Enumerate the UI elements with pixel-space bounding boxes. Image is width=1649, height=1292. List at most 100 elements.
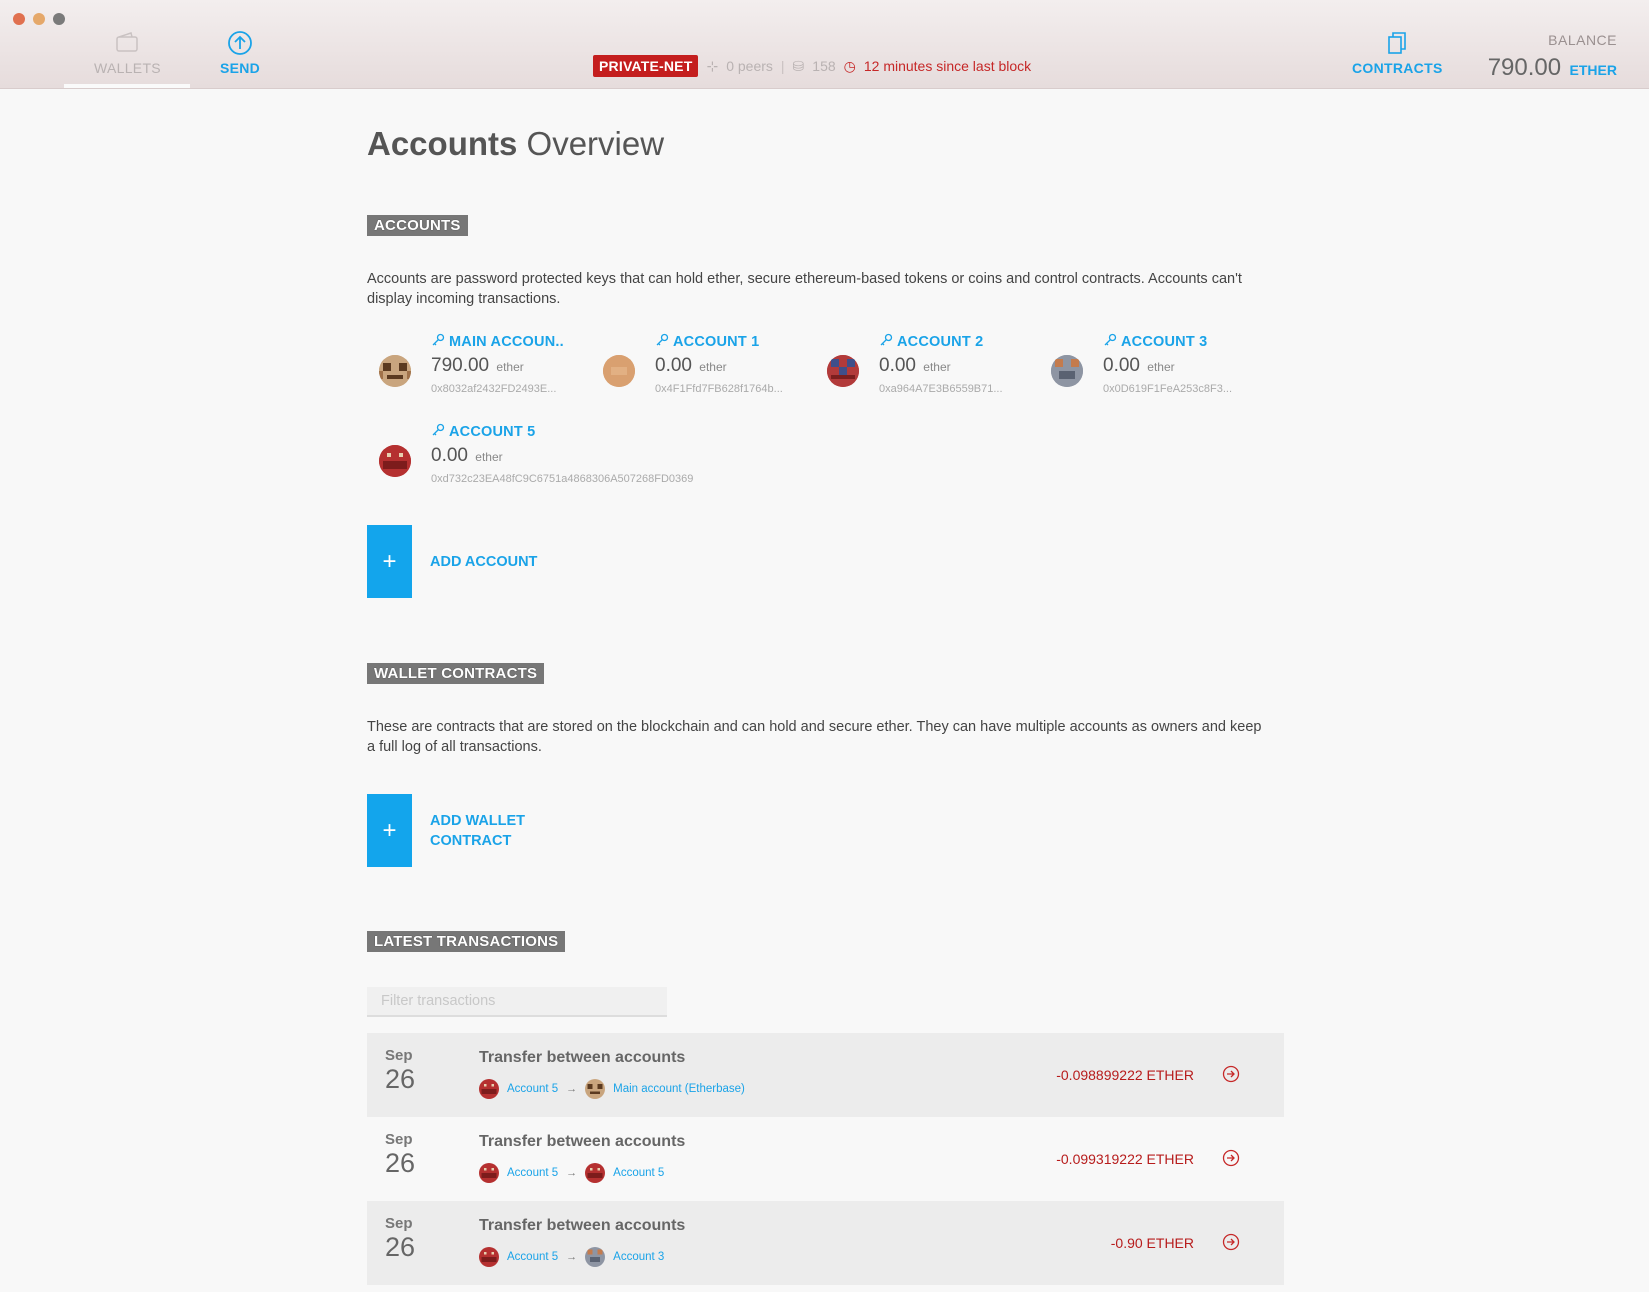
account-name: ACCOUNT 3 [1103,333,1207,350]
block-number: 158 [812,58,836,74]
wallet-icon [116,32,138,52]
close-window-button[interactable] [13,13,25,25]
account-balance: 0.00 ether [1103,355,1175,376]
from-account-link[interactable]: Account 5 [507,1167,558,1179]
from-identicon [479,1247,499,1267]
transaction-amount: -0.90 ETHER [1110,1235,1194,1251]
transaction-parties: Account 5 → Account 3 [479,1247,664,1267]
transaction-row[interactable]: Sep 26 Transfer between accounts Account… [367,1117,1284,1201]
total-balance: BALANCE 790.00 ETHER [1488,32,1617,82]
to-account-link[interactable]: Account 3 [613,1251,664,1263]
nav-send[interactable]: SEND [218,30,262,76]
block-icon: ⛁ [792,57,805,74]
filter-transactions-input[interactable] [367,987,667,1017]
account-balance: 0.00 ether [655,355,727,376]
account-address: 0x8032af2432FD2493E... [431,383,557,395]
account-card[interactable]: MAIN ACCOUN.. 790.00 ether 0x8032af2432F… [367,333,577,413]
minimize-window-button[interactable] [33,13,45,25]
account-card[interactable]: ACCOUNT 1 0.00 ether 0x4F1Ffd7FB628f1764… [591,333,801,413]
page-title: Accounts Overview [367,125,1287,163]
add-account-label[interactable]: ADD ACCOUNT [430,552,537,572]
account-identicon [1051,355,1083,387]
transaction-parties: Account 5 → Main account (Etherbase) [479,1079,745,1099]
nav-send-label: SEND [219,60,261,76]
account-identicon [603,355,635,387]
arrow-icon: → [566,1251,578,1263]
key-icon [656,333,669,346]
transaction-title: Transfer between accounts [479,1217,686,1234]
balance-unit[interactable]: ETHER [1570,62,1617,78]
to-identicon [585,1247,606,1267]
wallet-contracts-section-tag: WALLET CONTRACTS [367,663,545,684]
transaction-row[interactable]: Sep 26 Transfer between accounts Account… [367,1033,1284,1117]
maximize-window-button[interactable] [53,13,65,25]
to-account-link[interactable]: Main account (Etherbase) [613,1083,745,1095]
main-content: Accounts Overview ACCOUNTS Accounts are … [367,89,1287,1285]
account-name: MAIN ACCOUN.. [431,333,564,350]
accounts-section-tag: ACCOUNTS [367,215,468,236]
nav-wallets-label: WALLETS [94,60,161,76]
nav-wallets[interactable]: WALLETS [94,30,161,76]
peers-count: 0 peers [726,58,773,74]
open-transaction-icon[interactable] [1222,1065,1240,1083]
transaction-parties: Account 5 → Account 5 [479,1163,664,1183]
add-wallet-contract[interactable]: + ADD WALLET CONTRACT [367,794,525,867]
account-address: 0x0D619F1FeA253c8F3... [1103,383,1233,395]
status-separator: | [780,58,785,74]
network-badge: PRIVATE-NET [593,55,699,77]
balance-value: 790.00 [1487,54,1562,81]
accounts-description: Accounts are password protected keys tha… [367,271,1242,307]
send-up-arrow-icon [228,31,252,55]
transaction-date: Sep 26 [385,1131,416,1178]
account-card[interactable]: ACCOUNT 2 0.00 ether 0xa964A7E3B6559B71.… [815,333,1025,413]
account-name: ACCOUNT 1 [655,333,759,350]
nav-contracts[interactable]: CONTRACTS [1352,30,1442,76]
transaction-amount: -0.099319222 ETHER [1056,1151,1194,1167]
peers-icon: ⊹ [706,57,719,74]
key-icon [880,333,893,346]
page-title-light: Overview [526,125,665,162]
account-card[interactable]: ACCOUNT 3 0.00 ether 0x0D619F1FeA253c8F3… [1039,333,1249,413]
nav-contracts-label: CONTRACTS [1352,60,1443,76]
clock-icon: ◷ [843,57,856,74]
active-tab-indicator [64,84,190,88]
account-balance: 790.00 ether [431,355,524,376]
add-wallet-contract-button[interactable]: + [367,794,412,867]
transaction-date: Sep 26 [385,1215,416,1262]
add-wallet-contract-label[interactable]: ADD WALLET CONTRACT [430,811,525,851]
from-identicon [479,1079,499,1099]
key-icon [1104,333,1117,346]
to-account-link[interactable]: Account 5 [613,1167,664,1179]
from-account-link[interactable]: Account 5 [507,1251,558,1263]
last-block-time: 12 minutes since last block [863,58,1032,74]
window-controls [13,13,65,25]
to-identicon [585,1079,606,1099]
from-account-link[interactable]: Account 5 [507,1083,558,1095]
open-transaction-icon[interactable] [1222,1149,1240,1167]
from-identicon [479,1163,499,1183]
app-window: WALLETS SEND PRIVATE-NET ⊹ 0 peers | ⛁ 1… [0,0,1649,1292]
transactions-list: Sep 26 Transfer between accounts Account… [367,1033,1284,1285]
account-address: 0xa964A7E3B6559B71... [879,383,1003,395]
open-transaction-icon[interactable] [1222,1233,1240,1251]
top-bar: WALLETS SEND PRIVATE-NET ⊹ 0 peers | ⛁ 1… [0,0,1649,89]
account-address: 0xd732c23EA48fC9C6751a4868306A507268FD03… [431,473,694,485]
network-status: PRIVATE-NET ⊹ 0 peers | ⛁ 158 ◷ 12 minut… [593,55,1031,77]
add-account-button[interactable]: + [367,525,412,598]
add-account[interactable]: + ADD ACCOUNT [367,525,537,598]
balance-label: BALANCE [1548,32,1617,48]
key-icon [432,423,445,436]
account-card[interactable]: ACCOUNT 5 0.00 ether 0xd732c23EA48fC9C67… [367,423,767,503]
key-icon [432,333,445,346]
account-name: ACCOUNT 5 [431,423,535,440]
to-identicon [585,1163,606,1183]
contracts-icon [1388,32,1406,54]
arrow-icon: → [566,1167,578,1179]
account-address: 0x4F1Ffd7FB628f1764b... [655,383,783,395]
account-balance: 0.00 ether [879,355,951,376]
latest-transactions-section-tag: LATEST TRANSACTIONS [367,931,566,952]
arrow-icon: → [566,1083,578,1095]
account-identicon [827,355,859,387]
transaction-date: Sep 26 [385,1047,416,1094]
transaction-row[interactable]: Sep 26 Transfer between accounts Account… [367,1201,1284,1285]
